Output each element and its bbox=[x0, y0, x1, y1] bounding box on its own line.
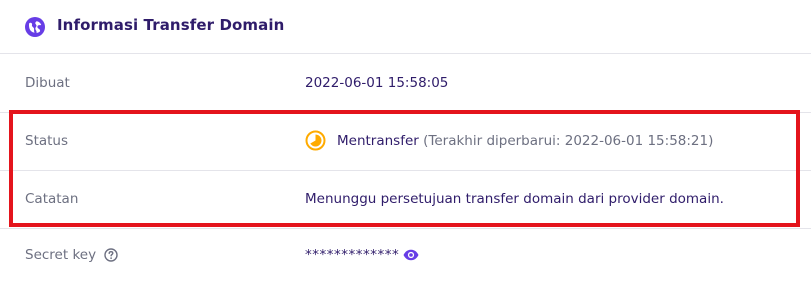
created-value: 2022-06-01 15:58:05 bbox=[305, 75, 449, 91]
question-circle-icon[interactable] bbox=[104, 248, 118, 262]
transfer-domain-card: Informasi Transfer Domain Dibuat 2022-06… bbox=[0, 0, 811, 280]
card-title: Informasi Transfer Domain bbox=[57, 16, 285, 34]
eye-icon[interactable] bbox=[403, 249, 419, 261]
highlight-box bbox=[9, 110, 800, 227]
secret-key-value: ************* bbox=[305, 247, 400, 263]
row-created: Dibuat 2022-06-01 15:58:05 bbox=[0, 55, 811, 112]
card-header: Informasi Transfer Domain bbox=[0, 0, 811, 54]
created-label: Dibuat bbox=[25, 75, 70, 91]
globe-icon bbox=[25, 17, 45, 37]
secret-key-label: Secret key bbox=[25, 247, 97, 263]
